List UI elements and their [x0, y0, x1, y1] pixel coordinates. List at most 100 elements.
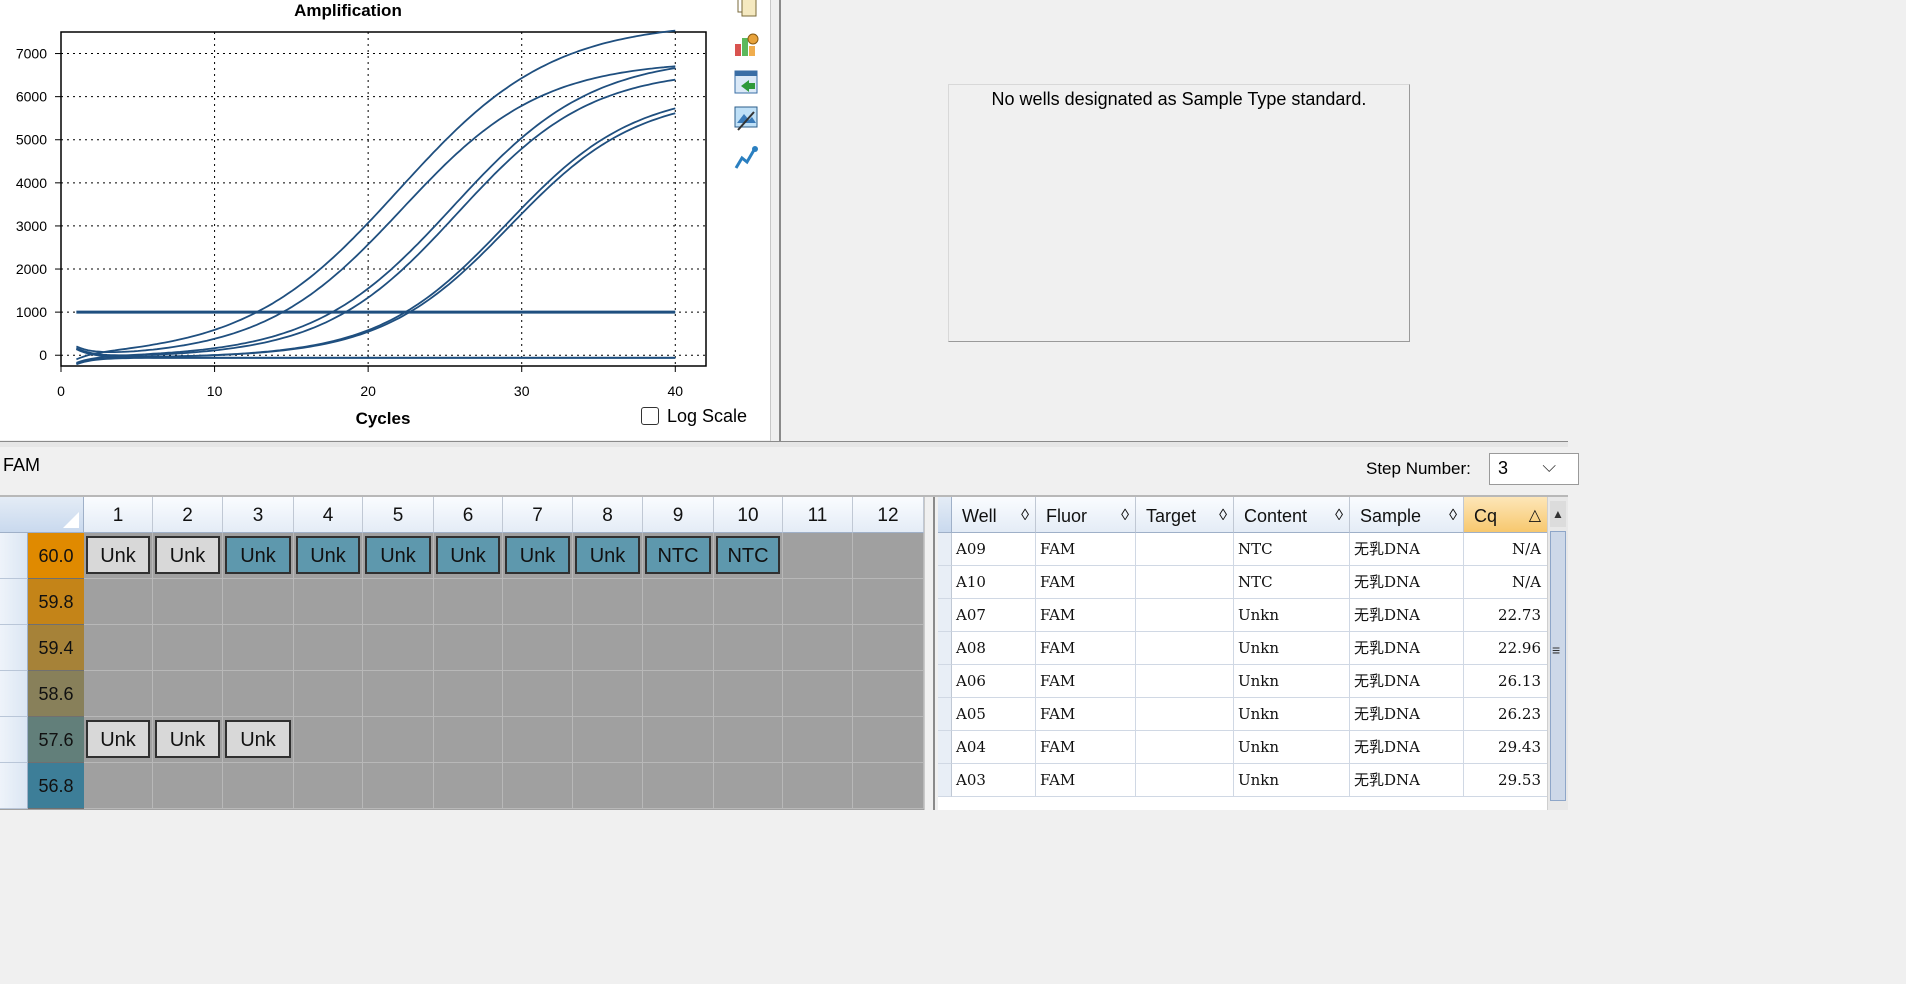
plate-well[interactable]	[503, 717, 573, 763]
plate-well[interactable]	[853, 579, 924, 625]
plate-well[interactable]	[153, 625, 223, 671]
plate-column-header[interactable]: 11	[783, 497, 853, 533]
plate-well[interactable]	[714, 671, 783, 717]
row-selector[interactable]	[938, 566, 952, 599]
plate-well[interactable]	[573, 717, 643, 763]
plate-well[interactable]: Unk	[153, 533, 223, 579]
plate-well[interactable]	[783, 625, 853, 671]
plate-column-header[interactable]: 7	[503, 497, 573, 533]
plate-well[interactable]	[643, 717, 714, 763]
image-icon[interactable]	[732, 104, 760, 132]
column-header-well[interactable]: Well ◊	[952, 497, 1036, 533]
well-content-button[interactable]: Unk	[505, 536, 570, 574]
plate-column-header[interactable]: 2	[153, 497, 223, 533]
plate-well[interactable]	[223, 625, 294, 671]
log-scale-toggle[interactable]: Log Scale	[641, 405, 747, 427]
vertical-splitter[interactable]	[770, 0, 785, 442]
plate-well[interactable]	[363, 717, 434, 763]
plate-well[interactable]	[223, 671, 294, 717]
plate-well[interactable]: NTC	[643, 533, 714, 579]
plate-well[interactable]	[503, 625, 573, 671]
log-scale-checkbox[interactable]	[641, 407, 659, 425]
sort-icon[interactable]: ◊	[1121, 497, 1129, 535]
plate-well[interactable]	[153, 579, 223, 625]
plate-row-header[interactable]	[0, 671, 28, 717]
plate-well[interactable]	[223, 579, 294, 625]
copy-icon[interactable]	[732, 0, 760, 18]
plate-well[interactable]: Unk	[84, 533, 153, 579]
table-row[interactable]: A10 FAM NTC 无乳DNA N/A	[938, 566, 1548, 599]
plate-column-header[interactable]: 8	[573, 497, 643, 533]
row-selector[interactable]	[938, 665, 952, 698]
row-selector[interactable]	[938, 533, 952, 566]
plate-well[interactable]	[434, 625, 503, 671]
export-icon[interactable]	[732, 68, 760, 96]
plate-well[interactable]	[714, 763, 783, 809]
plate-well[interactable]: Unk	[223, 533, 294, 579]
results-scrollbar[interactable]: ▲	[1547, 497, 1568, 810]
plate-well[interactable]	[363, 579, 434, 625]
plate-well[interactable]	[294, 717, 363, 763]
plate-row-header[interactable]	[0, 533, 28, 579]
plate-well[interactable]	[643, 579, 714, 625]
plate-well[interactable]	[294, 763, 363, 809]
plate-well[interactable]	[223, 763, 294, 809]
well-content-button[interactable]: Unk	[365, 536, 431, 574]
sort-icon[interactable]: △	[1529, 497, 1541, 535]
well-content-button[interactable]: Unk	[225, 720, 291, 758]
plate-well[interactable]	[294, 579, 363, 625]
plate-well[interactable]	[853, 625, 924, 671]
plate-well[interactable]: Unk	[503, 533, 573, 579]
plate-well[interactable]: Unk	[573, 533, 643, 579]
plate-well[interactable]	[853, 717, 924, 763]
plate-well[interactable]	[294, 625, 363, 671]
plate-column-header[interactable]: 4	[294, 497, 363, 533]
plate-well[interactable]	[783, 671, 853, 717]
well-content-button[interactable]: Unk	[155, 720, 220, 758]
plate-column-header[interactable]: 6	[434, 497, 503, 533]
plate-well[interactable]	[84, 763, 153, 809]
plate-well[interactable]	[573, 763, 643, 809]
plate-well[interactable]	[853, 533, 924, 579]
well-content-button[interactable]: Unk	[436, 536, 500, 574]
plate-well[interactable]	[503, 579, 573, 625]
chart-settings-icon[interactable]	[732, 30, 760, 58]
plate-column-header[interactable]: 12	[853, 497, 924, 533]
plate-row-header[interactable]	[0, 763, 28, 809]
plate-well[interactable]	[84, 579, 153, 625]
well-content-button[interactable]: Unk	[86, 720, 150, 758]
plate-row-header[interactable]	[0, 625, 28, 671]
plate-select-all[interactable]	[0, 497, 84, 533]
table-row[interactable]: A05 FAM Unkn 无乳DNA 26.23	[938, 698, 1548, 731]
plate-well[interactable]: Unk	[223, 717, 294, 763]
well-content-button[interactable]: Unk	[575, 536, 640, 574]
plate-well[interactable]: Unk	[294, 533, 363, 579]
column-header-target[interactable]: Target ◊	[1136, 497, 1234, 533]
row-selector[interactable]	[938, 599, 952, 632]
table-row[interactable]: A03 FAM Unkn 无乳DNA 29.53	[938, 764, 1548, 797]
column-header-fluor[interactable]: Fluor ◊	[1036, 497, 1136, 533]
table-row[interactable]: A06 FAM Unkn 无乳DNA 26.13	[938, 665, 1548, 698]
plate-column-header[interactable]: 1	[84, 497, 153, 533]
plate-well[interactable]	[363, 671, 434, 717]
sort-icon[interactable]: ◊	[1335, 497, 1343, 535]
well-content-button[interactable]: Unk	[225, 536, 291, 574]
plate-well[interactable]: Unk	[153, 717, 223, 763]
sort-icon[interactable]: ◊	[1219, 497, 1227, 535]
plate-well[interactable]	[434, 763, 503, 809]
well-content-button[interactable]: NTC	[645, 536, 711, 574]
row-selector[interactable]	[938, 632, 952, 665]
plate-well[interactable]	[573, 671, 643, 717]
table-row[interactable]: A08 FAM Unkn 无乳DNA 22.96	[938, 632, 1548, 665]
plate-well[interactable]	[643, 671, 714, 717]
curve-icon[interactable]	[732, 144, 760, 172]
plate-column-header[interactable]: 9	[643, 497, 714, 533]
scroll-up-icon[interactable]: ▲	[1550, 501, 1566, 527]
plate-well[interactable]	[503, 763, 573, 809]
table-row[interactable]: A04 FAM Unkn 无乳DNA 29.43	[938, 731, 1548, 764]
well-content-button[interactable]: Unk	[296, 536, 360, 574]
plate-well[interactable]: Unk	[84, 717, 153, 763]
row-selector[interactable]	[938, 731, 952, 764]
plate-well[interactable]	[573, 579, 643, 625]
plate-well[interactable]	[853, 763, 924, 809]
